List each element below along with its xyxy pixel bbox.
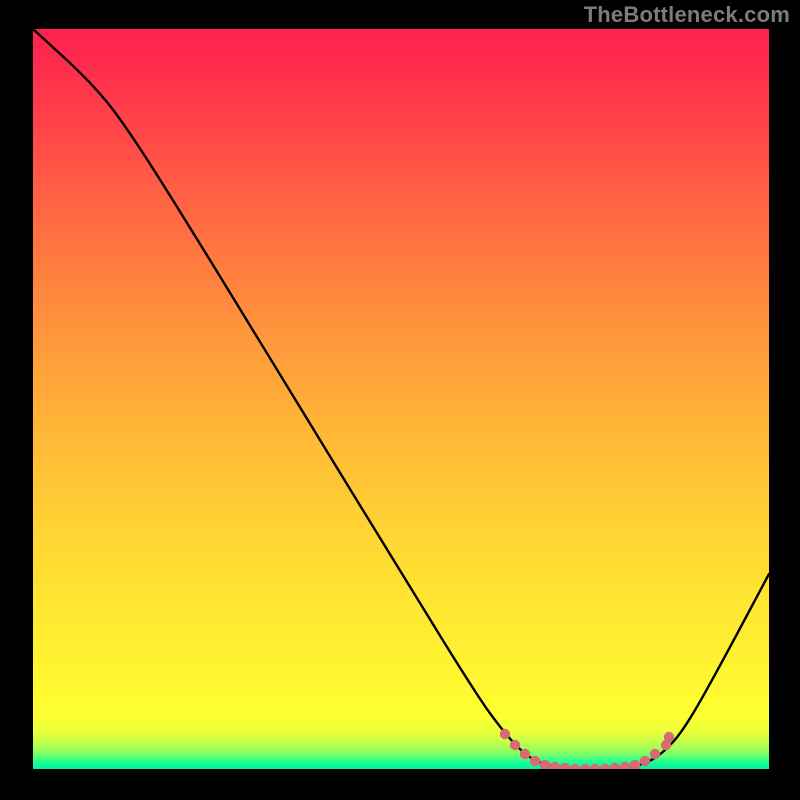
marker-dot: [610, 763, 620, 769]
marker-dot: [600, 764, 610, 769]
marker-dot: [590, 764, 600, 769]
floor-markers: [500, 729, 674, 769]
chart-svg: [33, 29, 769, 769]
marker-dot: [530, 756, 540, 766]
main-curve: [33, 29, 769, 769]
marker-dot: [540, 760, 550, 769]
plot-area: [33, 29, 769, 769]
chart-frame: TheBottleneck.com: [0, 0, 800, 800]
marker-dot: [520, 749, 530, 759]
marker-dot: [640, 756, 650, 766]
marker-dot: [650, 749, 660, 759]
marker-dot: [570, 764, 580, 769]
marker-dot: [560, 763, 570, 769]
marker-dot: [630, 760, 640, 769]
marker-dot: [510, 740, 520, 750]
marker-dot: [500, 729, 510, 739]
marker-dot: [550, 762, 560, 769]
marker-dot: [580, 764, 590, 769]
watermark-text: TheBottleneck.com: [584, 2, 790, 28]
marker-dot: [664, 732, 674, 742]
marker-dot: [620, 762, 630, 769]
